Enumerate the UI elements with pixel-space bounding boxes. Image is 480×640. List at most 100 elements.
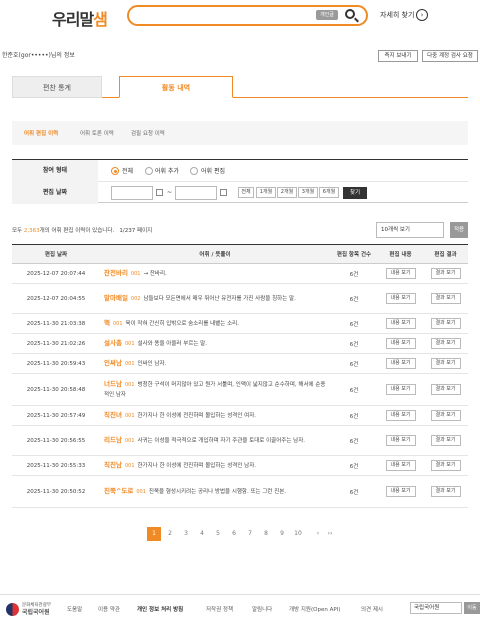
view-result-button[interactable]: 결과 보기 xyxy=(430,435,461,446)
radio-add-label: 어휘 추가 xyxy=(155,168,179,175)
view-result-button[interactable]: 결과 보기 xyxy=(430,268,461,279)
radio-all[interactable] xyxy=(111,167,119,175)
word-link[interactable]: 직진녀 xyxy=(104,411,122,419)
tab-edit-stats[interactable]: 편찬 통계 xyxy=(12,76,102,98)
site-select[interactable]: 국립국어원 xyxy=(410,602,462,614)
subnav-discussion-history[interactable]: 어휘 토론 이력 xyxy=(80,129,114,137)
content-cell: 내용 보기 xyxy=(378,373,423,406)
send-message-button[interactable]: 즉지 보내기 xyxy=(378,50,418,62)
view-result-button[interactable]: 결과 보기 xyxy=(430,338,461,349)
page-7-button[interactable]: 7 xyxy=(243,527,257,541)
sense-number: 001 xyxy=(124,438,135,444)
word-entry: 말마배일 002 남들보다 모든면에서 매우 뛰어난 유전자를 가진 사람을 칭하는… xyxy=(100,283,330,314)
word-entry: 설사총 001 설사와 똥을 아울러 부르는 말. xyxy=(100,333,330,354)
search-icon[interactable] xyxy=(345,9,355,19)
search-type-button[interactable]: 개인글 xyxy=(316,10,338,20)
result-cell: 결과 보기 xyxy=(423,425,468,456)
tab-activity[interactable]: 활동 내역 xyxy=(119,76,233,98)
content-cell: 내용 보기 xyxy=(378,263,423,284)
view-content-button[interactable]: 내용 보기 xyxy=(385,293,416,304)
page-6-button[interactable]: 6 xyxy=(227,527,241,541)
type-label: 참여 형태 xyxy=(12,160,98,182)
view-content-button[interactable]: 내용 보기 xyxy=(385,358,416,369)
footer-link-openapi[interactable]: 개방 지원(Open API) xyxy=(289,605,340,613)
go-button[interactable]: 이동 xyxy=(464,602,480,614)
edit-date: 2025-11-30 21:02:26 xyxy=(12,333,100,354)
multi-account-check-button[interactable]: 다중 계정 검사 요청 xyxy=(422,50,478,62)
page-2-button[interactable]: 2 xyxy=(163,527,177,541)
word-entry: 직진녀 001 한가지나 한 이성에 전진하며 몰입하는 성격인 여자. xyxy=(100,405,330,426)
period-2m-button[interactable]: 2개월 xyxy=(277,187,297,198)
word-link[interactable]: 직진남 xyxy=(104,461,122,469)
word-link[interactable]: 인싸남 xyxy=(104,359,122,367)
period-3m-button[interactable]: 3개월 xyxy=(298,187,318,198)
content-cell: 내용 보기 xyxy=(378,455,423,476)
radio-add[interactable] xyxy=(145,167,153,175)
view-content-button[interactable]: 내용 보기 xyxy=(385,318,416,329)
view-content-button[interactable]: 내용 보기 xyxy=(385,410,416,421)
content-cell: 내용 보기 xyxy=(378,283,423,314)
calendar-icon[interactable] xyxy=(220,189,227,196)
definition: 진쭉을 형성시키려는 공리나 방법을 시행함. 또는 그런 진본. xyxy=(148,489,287,495)
view-result-button[interactable]: 결과 보기 xyxy=(430,410,461,421)
start-date-input[interactable] xyxy=(111,186,153,200)
footer-link-help[interactable]: 도움말 xyxy=(67,605,82,613)
view-content-button[interactable]: 내용 보기 xyxy=(385,384,416,395)
word-link[interactable]: 말마배일 xyxy=(104,294,128,302)
word-link[interactable]: 리드남 xyxy=(104,436,122,444)
view-content-button[interactable]: 내용 보기 xyxy=(385,435,416,446)
footer-link-privacy[interactable]: 개인 정보 처리 방침 xyxy=(137,605,183,613)
page-5-button[interactable]: 5 xyxy=(211,527,225,541)
view-result-button[interactable]: 결과 보기 xyxy=(430,486,461,497)
table-row: 2025-11-30 20:55:33 직진남 001 한가지나 한 이성에 전진하며… xyxy=(12,455,468,476)
page-10-button[interactable]: 10 xyxy=(291,527,305,541)
page-4-button[interactable]: 4 xyxy=(195,527,209,541)
view-result-button[interactable]: 결과 보기 xyxy=(430,384,461,395)
view-content-button[interactable]: 내용 보기 xyxy=(385,460,416,471)
page-size-select[interactable]: 10개씩 보기 xyxy=(376,222,444,238)
period-6m-button[interactable]: 6개월 xyxy=(319,187,339,198)
footer-link-copyright[interactable]: 저작권 정책 xyxy=(206,605,233,613)
subnav-review-history[interactable]: 검필 요청 이력 xyxy=(131,129,165,137)
footer-link-notice[interactable]: 알림니다 xyxy=(252,605,272,613)
find-button[interactable]: 찾기 xyxy=(343,187,367,199)
view-result-button[interactable]: 결과 보기 xyxy=(430,358,461,369)
footer-link-feedback[interactable]: 의견 제시 xyxy=(361,605,383,613)
edit-count: 6건 xyxy=(330,425,378,456)
word-link[interactable]: 잔전바리 xyxy=(104,269,128,277)
word-link[interactable]: 핵 xyxy=(104,319,110,327)
page-1-button[interactable]: 1 xyxy=(147,527,161,541)
content-cell: 내용 보기 xyxy=(378,333,423,354)
radio-edit[interactable] xyxy=(190,167,198,175)
view-content-button[interactable]: 내용 보기 xyxy=(385,486,416,497)
subnav-edit-history[interactable]: 어휘 편집 이력 xyxy=(24,129,58,137)
page-9-button[interactable]: 9 xyxy=(275,527,289,541)
logo[interactable]: 우리말샘 xyxy=(52,6,108,30)
word-link[interactable]: 너드남 xyxy=(104,380,122,388)
view-result-button[interactable]: 결과 보기 xyxy=(430,293,461,304)
end-date-input[interactable] xyxy=(175,186,217,200)
edit-count: 6건 xyxy=(330,475,378,508)
content-cell: 내용 보기 xyxy=(378,313,423,334)
word-link[interactable]: 진쭉^도로 xyxy=(104,487,133,495)
period-all-button[interactable]: 전체 xyxy=(238,187,254,198)
last-page-button[interactable]: ›› xyxy=(323,527,337,541)
result-cell: 결과 보기 xyxy=(423,405,468,426)
view-result-button[interactable]: 결과 보기 xyxy=(430,318,461,329)
view-content-button[interactable]: 내용 보기 xyxy=(385,268,416,279)
advanced-search-link[interactable]: 자세히 찾기 xyxy=(380,10,414,20)
footer-link-terms[interactable]: 이용 약관 xyxy=(98,605,120,613)
page-3-button[interactable]: 3 xyxy=(179,527,193,541)
view-result-button[interactable]: 결과 보기 xyxy=(430,460,461,471)
col-header-content: 편집 내용 xyxy=(378,244,423,264)
result-cell: 결과 보기 xyxy=(423,455,468,476)
sense-number: 001 xyxy=(124,413,135,419)
view-content-button[interactable]: 내용 보기 xyxy=(385,338,416,349)
word-link[interactable]: 설사총 xyxy=(104,339,122,347)
sense-number: 001 xyxy=(130,271,141,277)
period-1m-button[interactable]: 1개월 xyxy=(256,187,276,198)
apply-button[interactable]: 적용 xyxy=(450,222,468,238)
page-8-button[interactable]: 8 xyxy=(259,527,273,541)
chevron-right-icon[interactable]: › xyxy=(416,9,428,21)
calendar-icon[interactable] xyxy=(156,189,163,196)
